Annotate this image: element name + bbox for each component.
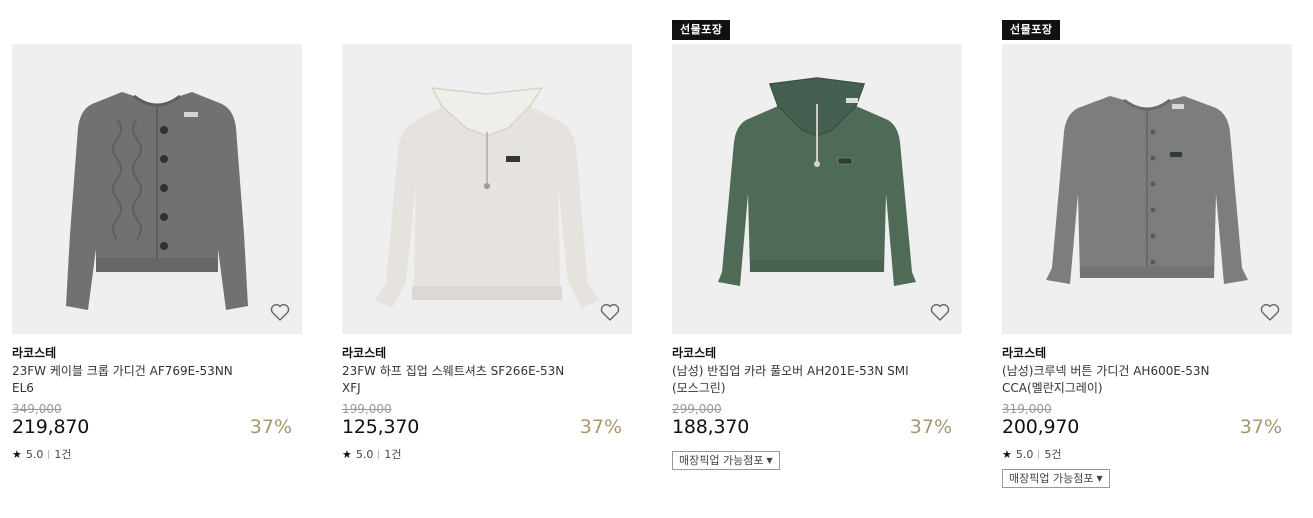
sale-price: 200,970 — [1002, 416, 1080, 438]
original-price: 199,000 — [342, 402, 392, 416]
original-price: 319,000 — [1002, 402, 1052, 416]
product-card[interactable]: 선물포장 라코스테 (남성)크루넥 버튼 가디건 AH600E-53N CCA(… — [1002, 20, 1302, 510]
sale-price: 125,370 — [342, 416, 420, 438]
product-brand: 라코스테 — [342, 346, 387, 360]
product-card[interactable]: 라코스테 23FW 하프 집업 스웨트셔츠 SF266E-53N XFJ 199… — [342, 20, 642, 510]
star-icon: ★ — [12, 447, 22, 461]
store-pickup-dropdown[interactable]: 매장픽업 가능점포 ▼ — [1002, 469, 1110, 488]
caret-down-icon: ▼ — [766, 456, 773, 465]
cable-cardigan-image — [12, 44, 302, 334]
half-zip-sweatshirt-image — [342, 44, 632, 334]
product-name[interactable]: (남성)크루넥 버튼 가디건 AH600E-53N CCA(멜란지그레이) — [1002, 363, 1242, 397]
product-card[interactable]: 라코스테 23FW 케이블 크롭 가디건 AF769E-53NN EL6 349… — [12, 20, 312, 510]
gift-wrap-badge: 선물포장 — [1002, 20, 1061, 40]
original-price: 299,000 — [672, 402, 722, 416]
wishlist-heart-icon[interactable] — [598, 300, 624, 326]
sale-price: 188,370 — [672, 416, 750, 438]
star-icon: ★ — [342, 447, 352, 461]
original-price: 349,000 — [12, 402, 62, 416]
wishlist-heart-icon[interactable] — [268, 300, 294, 326]
review-count: 1건 — [384, 448, 402, 461]
wishlist-heart-icon[interactable] — [1258, 300, 1284, 326]
product-image[interactable] — [672, 44, 962, 334]
discount-rate: 37% — [1239, 416, 1282, 438]
review-count: 1건 — [54, 448, 72, 461]
review-count: 5건 — [1044, 448, 1062, 461]
rating-summary: ★ 5.0 1건 — [12, 446, 72, 462]
star-icon: ★ — [1002, 447, 1012, 461]
product-brand: 라코스테 — [1002, 346, 1047, 360]
caret-down-icon: ▼ — [1096, 474, 1103, 483]
half-zip-pullover-image — [672, 44, 962, 334]
discount-rate: 37% — [249, 416, 292, 438]
gift-wrap-badge: 선물포장 — [672, 20, 731, 40]
store-pickup-label: 매장픽업 가능점포 — [679, 454, 764, 467]
product-card[interactable]: 선물포장 라코스테 (남성) 반집업 카라 풀오버 AH201E-53N SMI… — [672, 20, 972, 510]
rating-score: 5.0 — [355, 447, 374, 461]
sale-price: 219,870 — [12, 416, 90, 438]
crewneck-cardigan-image — [1002, 44, 1292, 334]
product-brand: 라코스테 — [672, 346, 717, 360]
product-name[interactable]: 23FW 하프 집업 스웨트셔츠 SF266E-53N XFJ — [342, 363, 582, 397]
product-brand: 라코스테 — [12, 346, 57, 360]
discount-rate: 37% — [579, 416, 622, 438]
rating-summary: ★ 5.0 1건 — [342, 446, 402, 462]
rating-summary: ★ 5.0 5건 — [1002, 446, 1062, 462]
product-name[interactable]: 23FW 케이블 크롭 가디건 AF769E-53NN EL6 — [12, 363, 252, 397]
divider — [1038, 449, 1040, 459]
store-pickup-label: 매장픽업 가능점포 — [1009, 472, 1094, 485]
product-image[interactable] — [12, 44, 302, 334]
divider — [48, 449, 50, 459]
divider — [378, 449, 380, 459]
product-image[interactable] — [342, 44, 632, 334]
discount-rate: 37% — [909, 416, 952, 438]
product-name[interactable]: (남성) 반집업 카라 풀오버 AH201E-53N SMI (모스그린) — [672, 363, 912, 397]
wishlist-heart-icon[interactable] — [928, 300, 954, 326]
product-grid: 라코스테 23FW 케이블 크롭 가디건 AF769E-53NN EL6 349… — [0, 0, 1313, 518]
rating-score: 5.0 — [1015, 447, 1034, 461]
product-image[interactable] — [1002, 44, 1292, 334]
rating-score: 5.0 — [25, 447, 44, 461]
store-pickup-dropdown[interactable]: 매장픽업 가능점포 ▼ — [672, 451, 780, 470]
